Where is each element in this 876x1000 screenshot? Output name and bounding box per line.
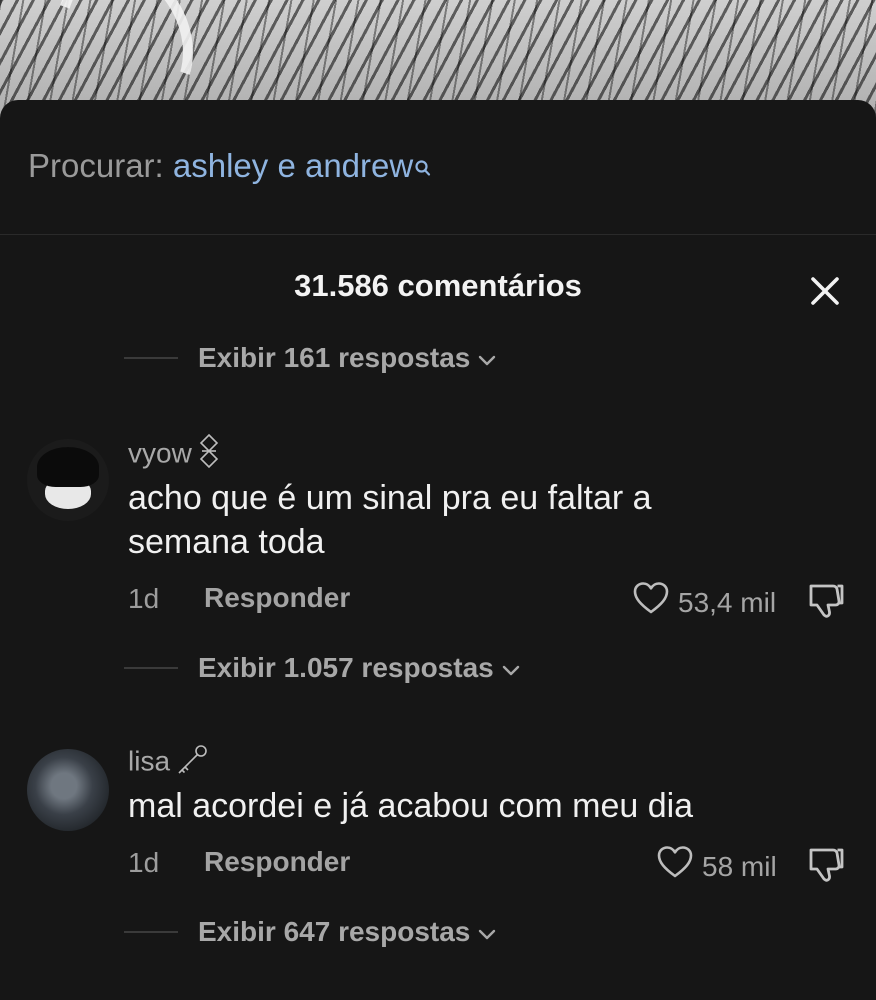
chevron-down-icon: [478, 916, 496, 948]
username-text[interactable]: vyow: [128, 437, 192, 468]
comment-line: semana toda: [128, 523, 325, 561]
key-icon: [176, 743, 210, 783]
replies-line: [124, 931, 178, 933]
search-query-link[interactable]: ashley e andrew: [173, 147, 413, 184]
heart-icon[interactable]: [632, 581, 670, 624]
replies-line: [124, 667, 178, 669]
search-icon[interactable]: [414, 148, 432, 188]
view-replies-label: Exibir 647 respostas: [198, 916, 471, 947]
comment-username[interactable]: vyow: [128, 433, 220, 477]
reply-button[interactable]: Responder: [204, 580, 350, 616]
view-replies-label: Exibir 161 respostas: [198, 342, 471, 373]
comment-text: mal acordei e já acabou com meu dia: [128, 784, 808, 828]
comments-count-title: 31.586 comentários: [294, 268, 582, 303]
comment-line: acho que é um sinal pra eu faltar a: [128, 479, 652, 517]
comment-age: 1d: [128, 847, 160, 878]
chevron-down-icon: [478, 342, 496, 374]
chevron-down-icon: [502, 652, 520, 684]
comment-text: acho que é um sinal pra eu faltar a sema…: [128, 476, 808, 564]
thumbs-down-icon[interactable]: [806, 845, 846, 890]
comment-username[interactable]: lisa: [128, 743, 210, 783]
view-replies-label: Exibir 1.057 respostas: [198, 652, 494, 683]
username-text[interactable]: lisa: [128, 745, 170, 776]
search-label: Procurar:: [28, 147, 164, 184]
view-replies-button[interactable]: Exibir 161 respostas: [124, 338, 496, 378]
heart-icon[interactable]: [656, 845, 694, 888]
avatar[interactable]: [27, 439, 109, 521]
view-replies-button[interactable]: Exibir 1.057 respostas: [124, 648, 520, 688]
view-replies-button[interactable]: Exibir 647 respostas: [124, 912, 496, 952]
comment-line: mal acordei e já acabou com meu dia: [128, 787, 694, 825]
thumbs-down-icon[interactable]: [806, 581, 846, 626]
like-button[interactable]: 58 mil: [656, 845, 777, 888]
ribbon-icon: [198, 433, 220, 477]
like-count: 58 mil: [702, 850, 777, 882]
close-icon[interactable]: [806, 272, 844, 310]
divider: [0, 234, 876, 235]
reply-button[interactable]: Responder: [204, 844, 350, 880]
replies-line: [124, 357, 178, 359]
avatar[interactable]: [27, 749, 109, 831]
comment-age: 1d: [128, 583, 160, 614]
search-suggestion[interactable]: Procurar: ashley e andrew: [28, 146, 432, 188]
like-count: 53,4 mil: [678, 586, 777, 618]
like-button[interactable]: 53,4 mil: [632, 581, 776, 624]
